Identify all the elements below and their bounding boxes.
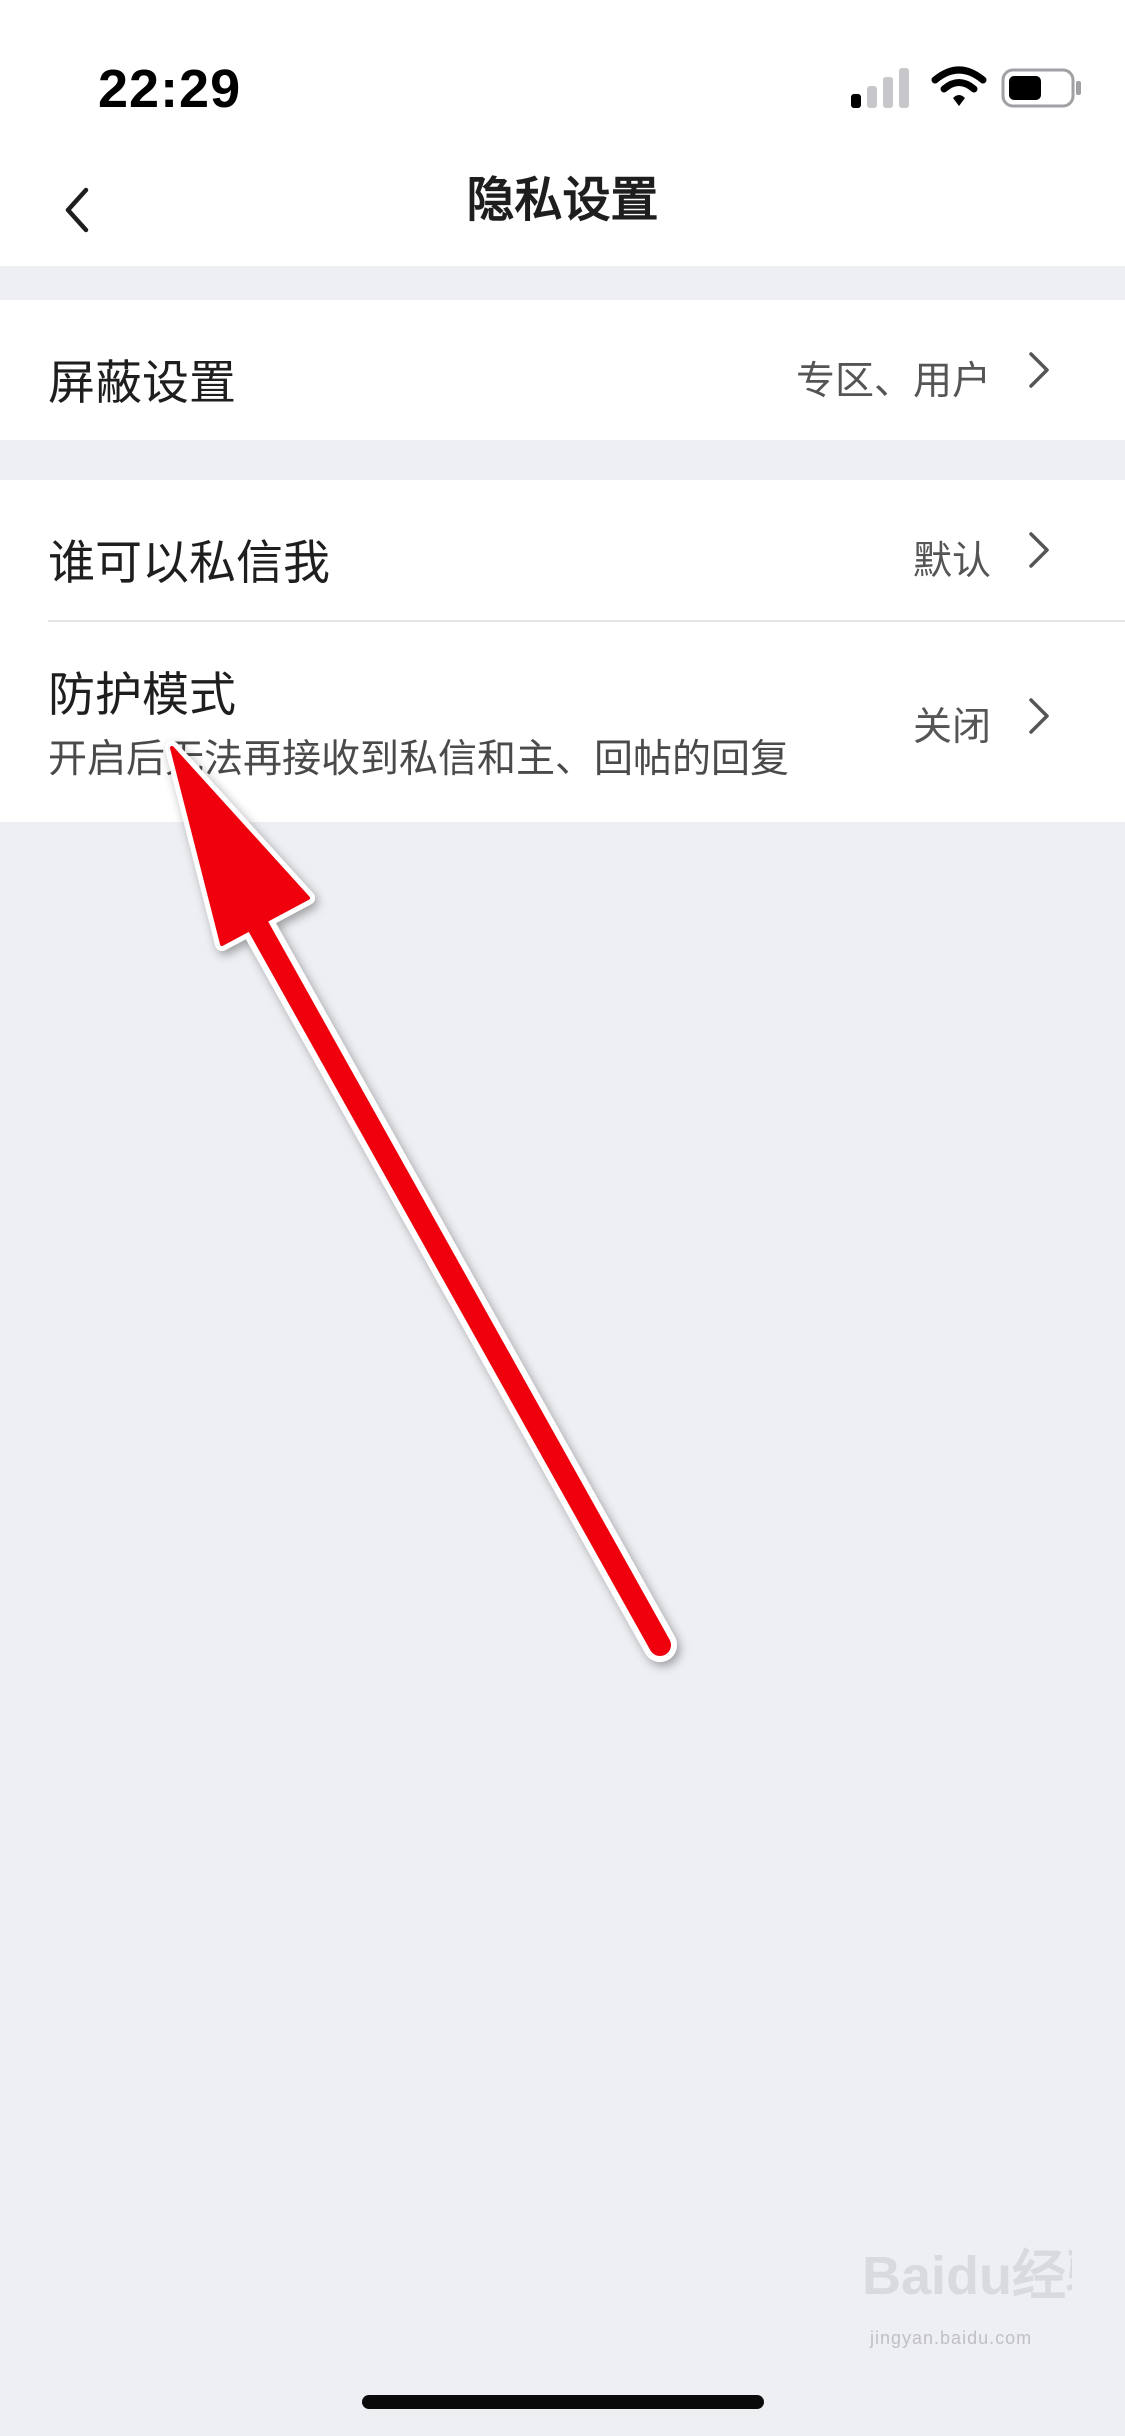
svg-text:Baidu经验: Baidu经验: [862, 2246, 1072, 2306]
wifi-icon: [931, 66, 987, 106]
status-time: 22:29: [98, 59, 242, 119]
row-value: 专区、用户: [795, 359, 991, 404]
row-label: 屏蔽设置: [48, 356, 236, 411]
signal-icon: [851, 68, 909, 108]
status-bar: 22:29: [0, 0, 1125, 150]
row-value: 关闭: [912, 705, 991, 750]
row-value: 默认: [912, 539, 991, 584]
row-label: 谁可以私信我: [48, 536, 330, 591]
settings-group-messages: 谁可以私信我 默认 防护模式 开启后无法再接收到私信和主、回帖的回复 关闭: [0, 480, 1125, 822]
settings-group-block: 屏蔽设置 专区、用户: [0, 300, 1125, 440]
row-subtitle: 开启后无法再接收到私信和主、回帖的回复: [48, 737, 790, 782]
watermark-subtext: jingyan.baidu.com: [870, 2328, 1033, 2348]
settings-row-block[interactable]: 屏蔽设置 专区、用户: [0, 300, 1125, 440]
chevron-right-icon: [1029, 698, 1049, 734]
settings-row-who-can-message[interactable]: 谁可以私信我 默认: [0, 480, 1125, 620]
row-label: 防护模式: [48, 668, 236, 723]
status-icons: [851, 66, 1081, 110]
baidu-watermark-icon: Baidu经验: [862, 2246, 1072, 2306]
chevron-right-icon: [1029, 532, 1049, 568]
chevron-right-icon: [1029, 352, 1049, 388]
page-title: 隐私设置: [466, 172, 659, 228]
home-indicator[interactable]: [362, 2395, 764, 2409]
battery-icon: [1001, 68, 1081, 108]
settings-row-protection-mode[interactable]: 防护模式 开启后无法再接收到私信和主、回帖的回复 关闭: [0, 622, 1125, 822]
nav-bar: 隐私设置: [0, 150, 1125, 266]
